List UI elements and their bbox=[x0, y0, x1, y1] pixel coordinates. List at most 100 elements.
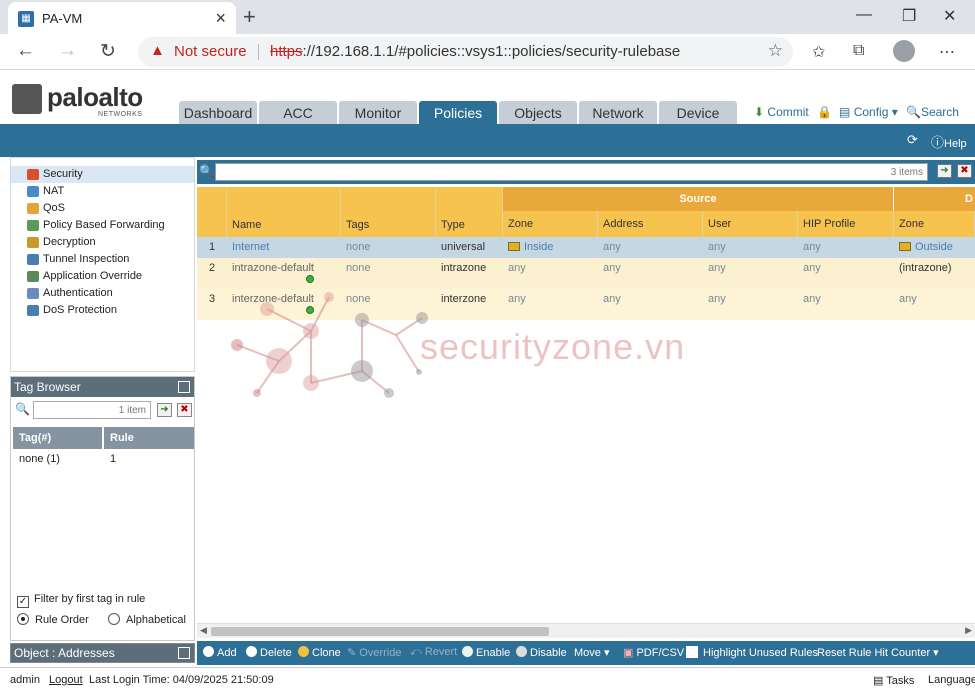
object-panel-bar[interactable]: Object : Addresses bbox=[10, 643, 195, 663]
warning-icon: ▲ bbox=[150, 42, 165, 59]
tab-network[interactable]: Network bbox=[579, 101, 657, 124]
rule-number: 1 bbox=[208, 241, 216, 253]
col-source-zone[interactable]: Zone bbox=[503, 211, 598, 237]
clear-filter-icon[interactable]: ✖ bbox=[957, 164, 972, 178]
apply-filter-icon[interactable]: ➜ bbox=[157, 403, 172, 417]
alphabetical-radio[interactable]: Alphabetical bbox=[108, 613, 186, 626]
commit-button[interactable]: ⬇ Commit bbox=[754, 105, 809, 119]
col-source-address[interactable]: Address bbox=[598, 211, 703, 237]
tag-cell[interactable]: none (1) bbox=[13, 451, 102, 467]
tasks-button[interactable]: ▤ Tasks bbox=[873, 674, 914, 687]
sidebar-item-nat[interactable]: NAT bbox=[11, 183, 194, 200]
sidebar-item-dos[interactable]: DoS Protection bbox=[11, 302, 194, 319]
add-icon bbox=[203, 646, 214, 657]
tab-dashboard[interactable]: Dashboard bbox=[179, 101, 257, 124]
revert-button[interactable]: ⤺ Revert bbox=[410, 646, 457, 659]
profile-avatar[interactable] bbox=[893, 40, 915, 62]
override-button[interactable]: ✎ Override bbox=[347, 646, 401, 659]
pdf-csv-button[interactable]: ▣ PDF/CSV bbox=[623, 646, 684, 659]
sidebar-item-qos[interactable]: QoS bbox=[11, 200, 194, 217]
language-link[interactable]: Language bbox=[928, 674, 975, 686]
sidebar-item-security[interactable]: Security bbox=[11, 166, 194, 183]
logout-link[interactable]: Logout bbox=[49, 674, 83, 686]
rule-source-user: any bbox=[708, 262, 726, 274]
move-button[interactable]: Move ▾ bbox=[574, 646, 609, 659]
watermark-text: securityzone.vn bbox=[420, 326, 686, 367]
tab-objects[interactable]: Objects bbox=[499, 101, 577, 124]
rule-order-radio[interactable]: Rule Order bbox=[17, 613, 89, 626]
clone-button[interactable]: Clone bbox=[298, 646, 341, 659]
config-button[interactable]: ▤ Config ▾ bbox=[839, 105, 898, 119]
col-hip-profile[interactable]: HIP Profile bbox=[798, 211, 894, 237]
scroll-right-icon[interactable]: ▶ bbox=[965, 625, 972, 636]
rule-name[interactable]: Internet bbox=[227, 237, 269, 258]
lock-icon[interactable]: 🔒 bbox=[817, 105, 832, 119]
authentication-icon bbox=[27, 288, 39, 299]
source-group-header: Source bbox=[503, 187, 893, 211]
expand-panel-icon[interactable] bbox=[178, 647, 190, 659]
sidebar-item-authentication[interactable]: Authentication bbox=[11, 285, 194, 302]
restore-icon[interactable]: ❐ bbox=[902, 6, 916, 26]
tab-acc[interactable]: ACC bbox=[259, 101, 337, 124]
pbf-icon bbox=[27, 220, 39, 231]
col-tag[interactable]: Tag(#) bbox=[13, 427, 102, 449]
close-window-icon[interactable]: ✕ bbox=[943, 6, 956, 26]
enable-button[interactable]: Enable bbox=[462, 646, 510, 659]
highlight-unused-checkbox[interactable]: Highlight Unused Rules bbox=[686, 646, 818, 659]
col-tags[interactable]: Tags bbox=[341, 187, 436, 237]
forward-icon[interactable]: → bbox=[58, 40, 77, 62]
col-source-user[interactable]: User bbox=[703, 211, 798, 237]
sidebar-item-tunnel[interactable]: Tunnel Inspection bbox=[11, 251, 194, 268]
search-button[interactable]: 🔍Search bbox=[906, 105, 959, 119]
rules-filter-bar: 🔍 3 items ➜ ✖ bbox=[197, 160, 975, 184]
rule-actions-bar: Add Delete Clone ✎ Override ⤺ Revert Ena… bbox=[197, 641, 975, 665]
add-button[interactable]: Add bbox=[203, 646, 237, 659]
browser-tabbar: ▦ PA-VM × + — ❐ ✕ bbox=[0, 0, 975, 34]
rule-source-zone[interactable]: Inside bbox=[503, 237, 553, 258]
rule-dest-zone[interactable]: Outside bbox=[894, 237, 953, 258]
tag-browser-header: Tag Browser bbox=[11, 377, 194, 397]
horizontal-scrollbar[interactable]: ◀ ▶ bbox=[197, 623, 975, 638]
refresh-icon[interactable]: ⟳ bbox=[907, 132, 918, 148]
disable-button[interactable]: Disable bbox=[516, 646, 567, 659]
address-bar: ← → ↻ ▲ Not secure https://192.168.1.1/#… bbox=[0, 34, 975, 70]
tab-policies[interactable]: Policies bbox=[419, 101, 497, 124]
col-dest-zone[interactable]: Zone bbox=[894, 211, 975, 237]
search-icon: 🔍 bbox=[906, 105, 921, 119]
favorite-star-icon[interactable]: ☆ bbox=[768, 41, 783, 61]
sidebar-item-app-override[interactable]: Application Override bbox=[11, 268, 194, 285]
col-name[interactable]: Name bbox=[227, 187, 341, 237]
rule-name[interactable]: intrazone-default bbox=[227, 262, 314, 274]
tab-monitor[interactable]: Monitor bbox=[339, 101, 417, 124]
table-row[interactable]: 1 Internet none universal Inside any any… bbox=[197, 237, 975, 258]
help-button[interactable]: ⓘHelp bbox=[931, 132, 967, 151]
scroll-left-icon[interactable]: ◀ bbox=[200, 625, 207, 636]
clear-filter-icon[interactable]: ✖ bbox=[177, 403, 192, 417]
rule-dest-zone: any bbox=[899, 293, 917, 305]
minimize-icon[interactable]: — bbox=[856, 6, 872, 24]
more-menu-icon[interactable]: ⋯ bbox=[939, 42, 955, 62]
back-icon[interactable]: ← bbox=[16, 40, 35, 62]
reload-icon[interactable]: ↻ bbox=[100, 40, 116, 63]
reset-hit-counter-button[interactable]: Reset Rule Hit Counter ▾ bbox=[817, 646, 939, 659]
tab-device[interactable]: Device bbox=[659, 101, 737, 124]
sidebar-item-decryption[interactable]: Decryption bbox=[11, 234, 194, 251]
sidebar-item-pbf[interactable]: Policy Based Forwarding bbox=[11, 217, 194, 234]
url-field[interactable]: ▲ Not secure https://192.168.1.1/#polici… bbox=[138, 37, 793, 67]
new-tab-icon[interactable]: + bbox=[243, 4, 256, 30]
security-icon bbox=[27, 169, 39, 180]
security-label: Not secure bbox=[174, 43, 247, 60]
col-rule[interactable]: Rule bbox=[104, 427, 194, 449]
collections-icon[interactable]: ⧉ bbox=[853, 42, 864, 60]
col-type[interactable]: Type bbox=[436, 187, 503, 237]
filter-first-tag-checkbox[interactable]: ✓ Filter by first tag in rule bbox=[17, 593, 145, 608]
scroll-thumb[interactable] bbox=[211, 627, 549, 636]
close-tab-icon[interactable]: × bbox=[215, 8, 226, 29]
rules-filter-input[interactable]: 3 items bbox=[215, 163, 928, 181]
delete-button[interactable]: Delete bbox=[246, 646, 292, 659]
minimize-panel-icon[interactable] bbox=[178, 381, 190, 393]
favorites-icon[interactable]: ✩ bbox=[812, 42, 825, 62]
tag-search-input[interactable]: 1 item bbox=[33, 401, 151, 419]
browser-tab[interactable]: ▦ PA-VM × bbox=[8, 2, 236, 34]
apply-filter-icon[interactable]: ➜ bbox=[937, 164, 952, 178]
